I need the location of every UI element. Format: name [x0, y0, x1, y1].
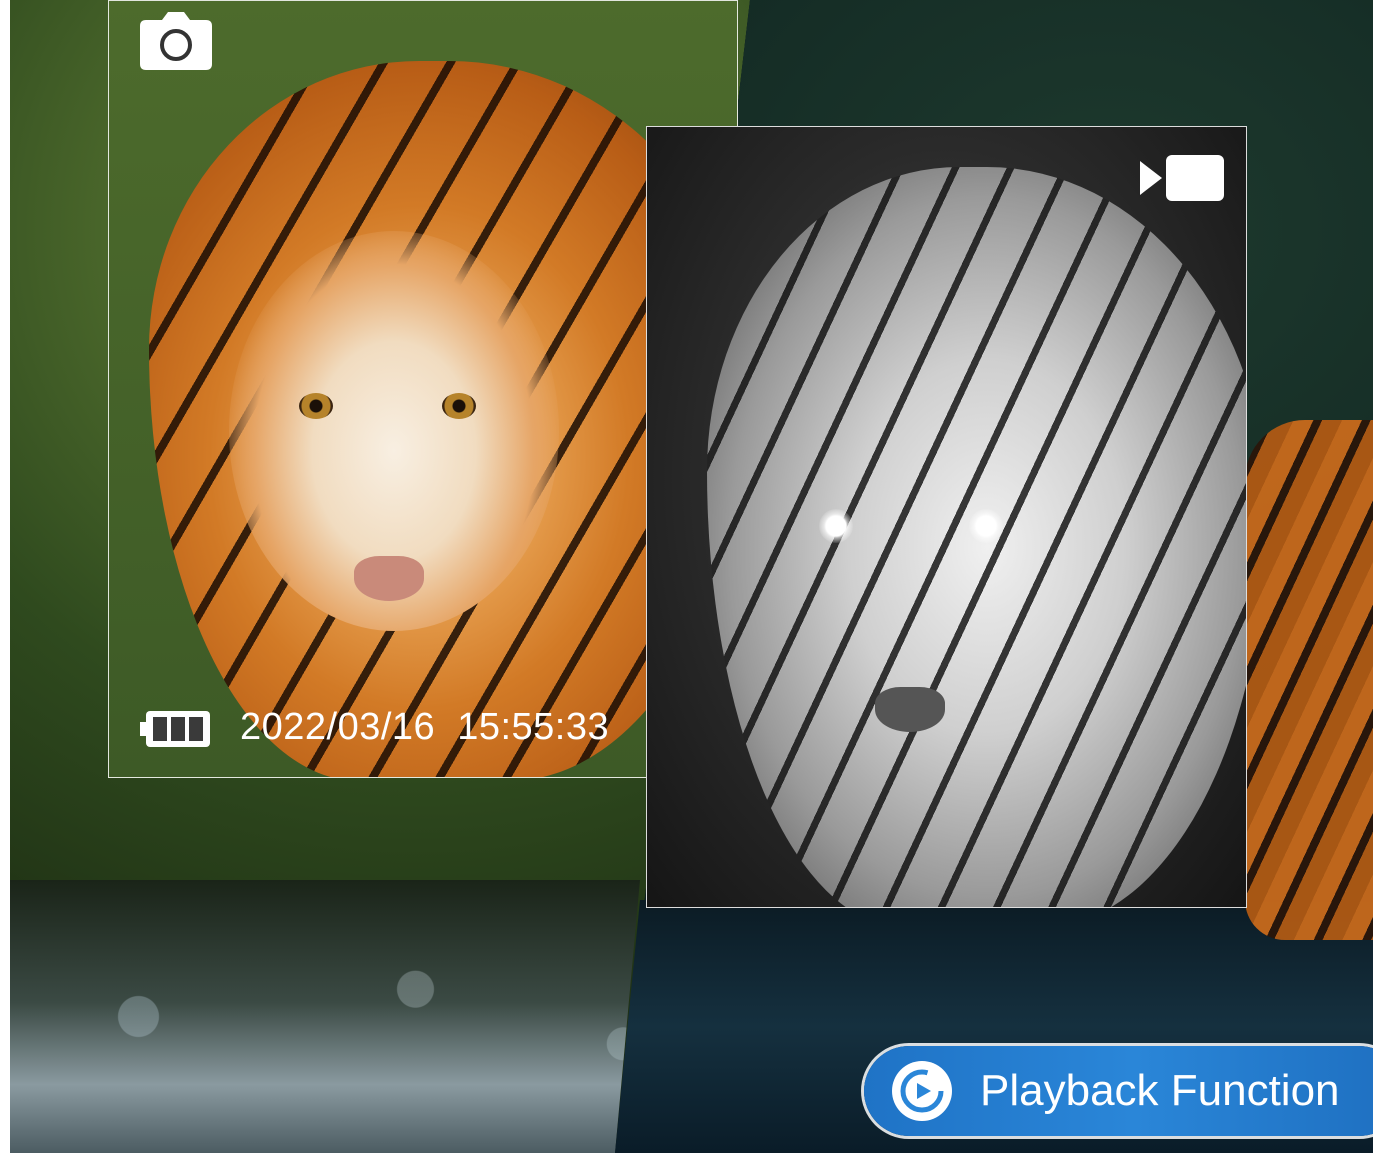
tiger-eye-left: [299, 393, 333, 419]
tiger-nose: [354, 556, 424, 601]
background-tiger: [1245, 420, 1385, 940]
tiger-eye-glow-left: [819, 509, 853, 543]
promo-image: 2022/03/16 15:55:33 Playback Function: [0, 0, 1385, 1153]
photo-date: 2022/03/16: [240, 706, 436, 748]
left-border: [0, 0, 10, 1153]
tiger-eye-glow-right: [969, 509, 1003, 543]
color-photo-frame: [108, 0, 738, 778]
battery-full-icon: [140, 711, 210, 747]
tiger-nose-night: [875, 687, 945, 732]
playback-function-badge: Playback Function: [864, 1046, 1385, 1136]
right-border: [1373, 0, 1385, 1153]
tiger-eye-right: [442, 393, 476, 419]
camera-icon: [140, 12, 212, 70]
night-vision-frame: [646, 126, 1247, 908]
video-camera-icon: [1140, 155, 1224, 201]
photo-time: 15:55:33: [457, 706, 610, 748]
playback-icon: [892, 1061, 952, 1121]
photo-timestamp: 2022/03/16 15:55:33: [240, 706, 609, 749]
playback-function-label: Playback Function: [980, 1066, 1340, 1115]
